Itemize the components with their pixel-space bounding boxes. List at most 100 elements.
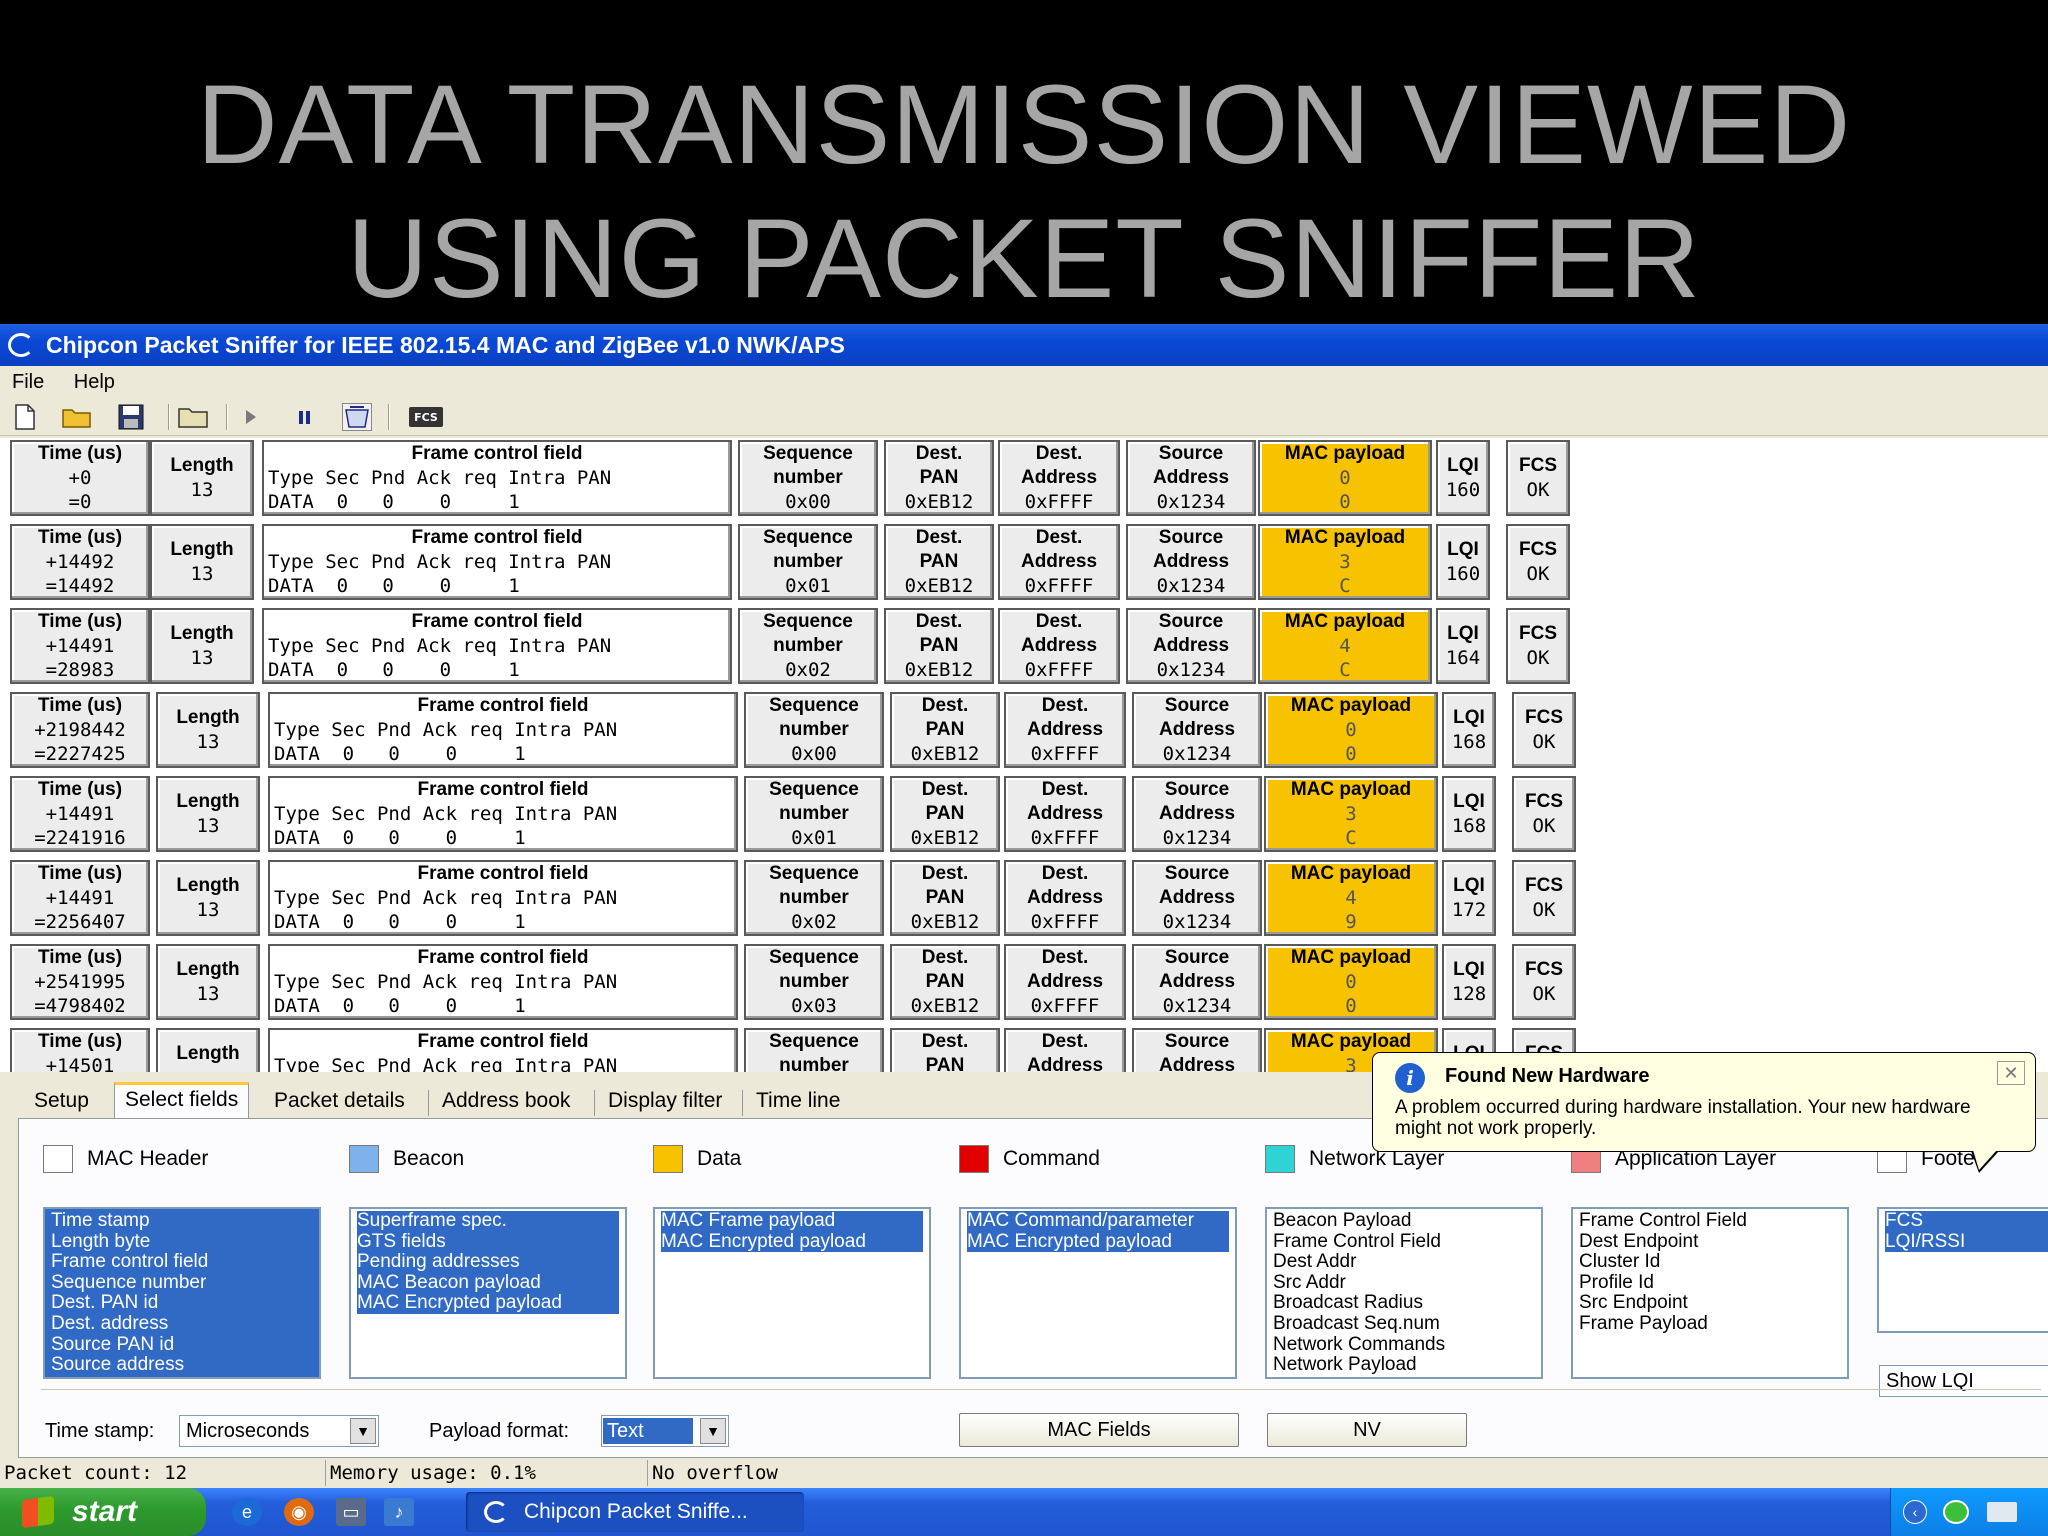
open-folder-icon[interactable] — [62, 403, 92, 431]
field-list[interactable]: Beacon Payload Frame Control Field Dest Ad… — [1265, 1207, 1543, 1379]
dest-pan-cell: Dest. PAN 0xEB12 — [890, 944, 1000, 1020]
tray-hardware-icon[interactable] — [1943, 1500, 1969, 1524]
tab-address-book[interactable]: Address book — [432, 1086, 580, 1118]
list-item[interactable]: Cluster Id — [1579, 1252, 1841, 1273]
list-item[interactable]: Profile Id — [1579, 1272, 1841, 1294]
new-file-icon[interactable] — [10, 403, 40, 431]
tab-packet-details[interactable]: Packet details — [264, 1086, 415, 1118]
field-list[interactable]: MAC Frame payload MAC Encrypted payload — [653, 1207, 931, 1379]
packet-row[interactable]: Time (us) +14491 =28983 Length 13 Frame contr… — [0, 608, 1600, 684]
packet-list[interactable]: Time (us) +0 =0 Length 13 Frame control field… — [0, 438, 2048, 1072]
list-item[interactable]: MAC Frame payload — [661, 1210, 923, 1232]
fcf-header: Frame control field — [417, 695, 589, 716]
list-item[interactable]: Dest Addr — [1273, 1252, 1535, 1273]
packet-row[interactable]: Time (us) +0 =0 Length 13 Frame control field… — [0, 440, 1600, 516]
packet-row[interactable]: Time (us) +14492 =14492 Length 13 Frame contr… — [0, 524, 1600, 600]
packet-row[interactable]: Time (us) +2541995 =4798402 Length 13 Frame c… — [0, 944, 1600, 1020]
packet-row[interactable]: Time (us) +14491 =2256407 Length 13 Frame con… — [0, 860, 1600, 936]
clear-icon[interactable] — [342, 403, 372, 431]
list-item[interactable]: MAC Beacon payload — [357, 1272, 619, 1294]
payload-header: MAC payload — [1284, 527, 1406, 548]
list-item[interactable]: Dest. PAN id — [51, 1293, 313, 1314]
list-item[interactable]: Broadcast Seq.num — [1273, 1313, 1535, 1335]
mac-payload-cell: MAC payload 0 0 — [1264, 692, 1438, 768]
menu-file[interactable]: File — [12, 371, 44, 393]
list-item[interactable]: Src Addr — [1273, 1272, 1535, 1294]
list-item[interactable]: FCS — [1885, 1210, 2048, 1232]
list-item[interactable]: Frame Payload — [1579, 1313, 1841, 1335]
firefox-icon[interactable]: ◉ — [284, 1498, 314, 1526]
tab-setup[interactable]: Setup — [24, 1086, 99, 1118]
length-value: 13 — [196, 815, 220, 837]
mac-fields-button[interactable]: MAC Fields — [959, 1413, 1239, 1447]
tab-time-line[interactable]: Time line — [746, 1086, 850, 1118]
list-item[interactable]: MAC Encrypted payload — [357, 1293, 619, 1314]
list-item[interactable]: Broadcast Radius — [1273, 1293, 1535, 1314]
payload-value-2: 0 — [1339, 491, 1351, 513]
tray-network-icon[interactable] — [1987, 1502, 2017, 1522]
play-icon[interactable] — [236, 403, 266, 431]
field-list[interactable]: FCS LQI/RSSI — [1877, 1207, 2048, 1333]
show-lqi-select[interactable]: Show LQI — [1879, 1365, 2048, 1397]
group-checkbox[interactable] — [653, 1145, 683, 1173]
group-checkbox[interactable] — [1265, 1145, 1295, 1173]
list-item[interactable]: LQI/RSSI — [1885, 1231, 2048, 1253]
payload-format-select[interactable]: Text ▼ — [601, 1415, 729, 1447]
group-checkbox[interactable] — [959, 1145, 989, 1173]
list-item[interactable]: Frame control field — [51, 1252, 313, 1273]
packet-row[interactable]: Time (us) +14491 =2241916 Length 13 Frame con… — [0, 776, 1600, 852]
menu-help[interactable]: Help — [74, 371, 115, 393]
src-addr-header-1: Source — [1164, 947, 1230, 968]
dest-pan-header-2: PAN — [925, 887, 965, 908]
fcs-icon[interactable]: FCS — [406, 403, 446, 431]
close-icon[interactable]: ✕ — [1997, 1061, 2025, 1085]
nwk-fields-button[interactable]: NV — [1267, 1413, 1467, 1447]
dest-addr-header-1: Dest. — [1041, 947, 1089, 968]
time-absolute: =14492 — [45, 575, 115, 597]
list-item[interactable]: Network Commands — [1273, 1334, 1535, 1356]
list-item[interactable]: Source PAN id — [51, 1334, 313, 1356]
timestamp-select[interactable]: Microseconds ▼ — [179, 1415, 379, 1447]
list-item[interactable]: MAC Encrypted payload — [661, 1231, 923, 1253]
list-item[interactable]: Beacon Payload — [1273, 1210, 1535, 1232]
list-item[interactable]: Superframe spec. — [357, 1210, 619, 1232]
field-list[interactable]: Time stamp Length byte Frame control field… — [43, 1207, 321, 1379]
found-new-hardware-balloon[interactable]: i Found New Hardware A problem occurred … — [1372, 1052, 2036, 1173]
save-icon[interactable] — [116, 403, 146, 431]
start-button[interactable]: start — [0, 1488, 206, 1536]
list-item[interactable]: Source address — [51, 1355, 313, 1376]
list-item[interactable]: Pending addresses — [357, 1252, 619, 1273]
list-item[interactable]: Dest Endpoint — [1579, 1231, 1841, 1253]
packet-row[interactable]: Time (us) +14501 Length Frame control field… — [0, 1028, 1600, 1072]
src-addr-header-1: Source — [1164, 863, 1230, 884]
list-item[interactable]: MAC Command/parameter — [967, 1210, 1229, 1232]
group-checkbox[interactable] — [43, 1145, 73, 1173]
packet-row[interactable]: Time (us) +2198442 =2227425 Length 13 Frame c… — [0, 692, 1600, 768]
window-titlebar[interactable]: Chipcon Packet Sniffer for IEEE 802.15.4… — [0, 324, 2048, 366]
tab-display-filter[interactable]: Display filter — [598, 1086, 732, 1118]
field-list[interactable]: MAC Command/parameter MAC Encrypted paylo… — [959, 1207, 1237, 1379]
group-checkbox[interactable] — [349, 1145, 379, 1173]
list-item[interactable]: Sequence number — [51, 1272, 313, 1294]
list-item[interactable]: Src Endpoint — [1579, 1293, 1841, 1314]
tab-select-fields[interactable]: Select fields — [114, 1082, 250, 1120]
list-item[interactable]: Frame Control Field — [1579, 1210, 1841, 1232]
list-item[interactable]: Time stamp — [51, 1210, 313, 1232]
field-list[interactable]: Superframe spec. GTS fields Pending addres… — [349, 1207, 627, 1379]
folder-icon[interactable] — [178, 403, 208, 431]
list-item[interactable]: MAC Encrypted payload — [967, 1231, 1229, 1253]
pause-icon[interactable] — [290, 403, 320, 431]
list-item[interactable]: GTS fields — [357, 1231, 619, 1253]
media-icon[interactable]: ♪ — [384, 1498, 414, 1526]
list-item[interactable]: Network Payload — [1273, 1355, 1535, 1376]
internet-explorer-icon[interactable]: e — [232, 1498, 262, 1526]
list-item[interactable]: Frame Control Field — [1273, 1231, 1535, 1253]
desktop-icon[interactable]: ▭ — [336, 1498, 366, 1526]
list-item[interactable]: Dest. address — [51, 1313, 313, 1335]
tray-arrow-icon[interactable]: ‹ — [1903, 1500, 1927, 1524]
field-list[interactable]: Frame Control Field Dest Endpoint Cluster … — [1571, 1207, 1849, 1379]
fcf-header: Frame control field — [417, 863, 589, 884]
list-item[interactable]: Length byte — [51, 1231, 313, 1253]
task-chipcon-sniffer[interactable]: Chipcon Packet Sniffe... — [466, 1492, 804, 1532]
mac-payload-cell: MAC payload 3 C — [1258, 524, 1432, 600]
